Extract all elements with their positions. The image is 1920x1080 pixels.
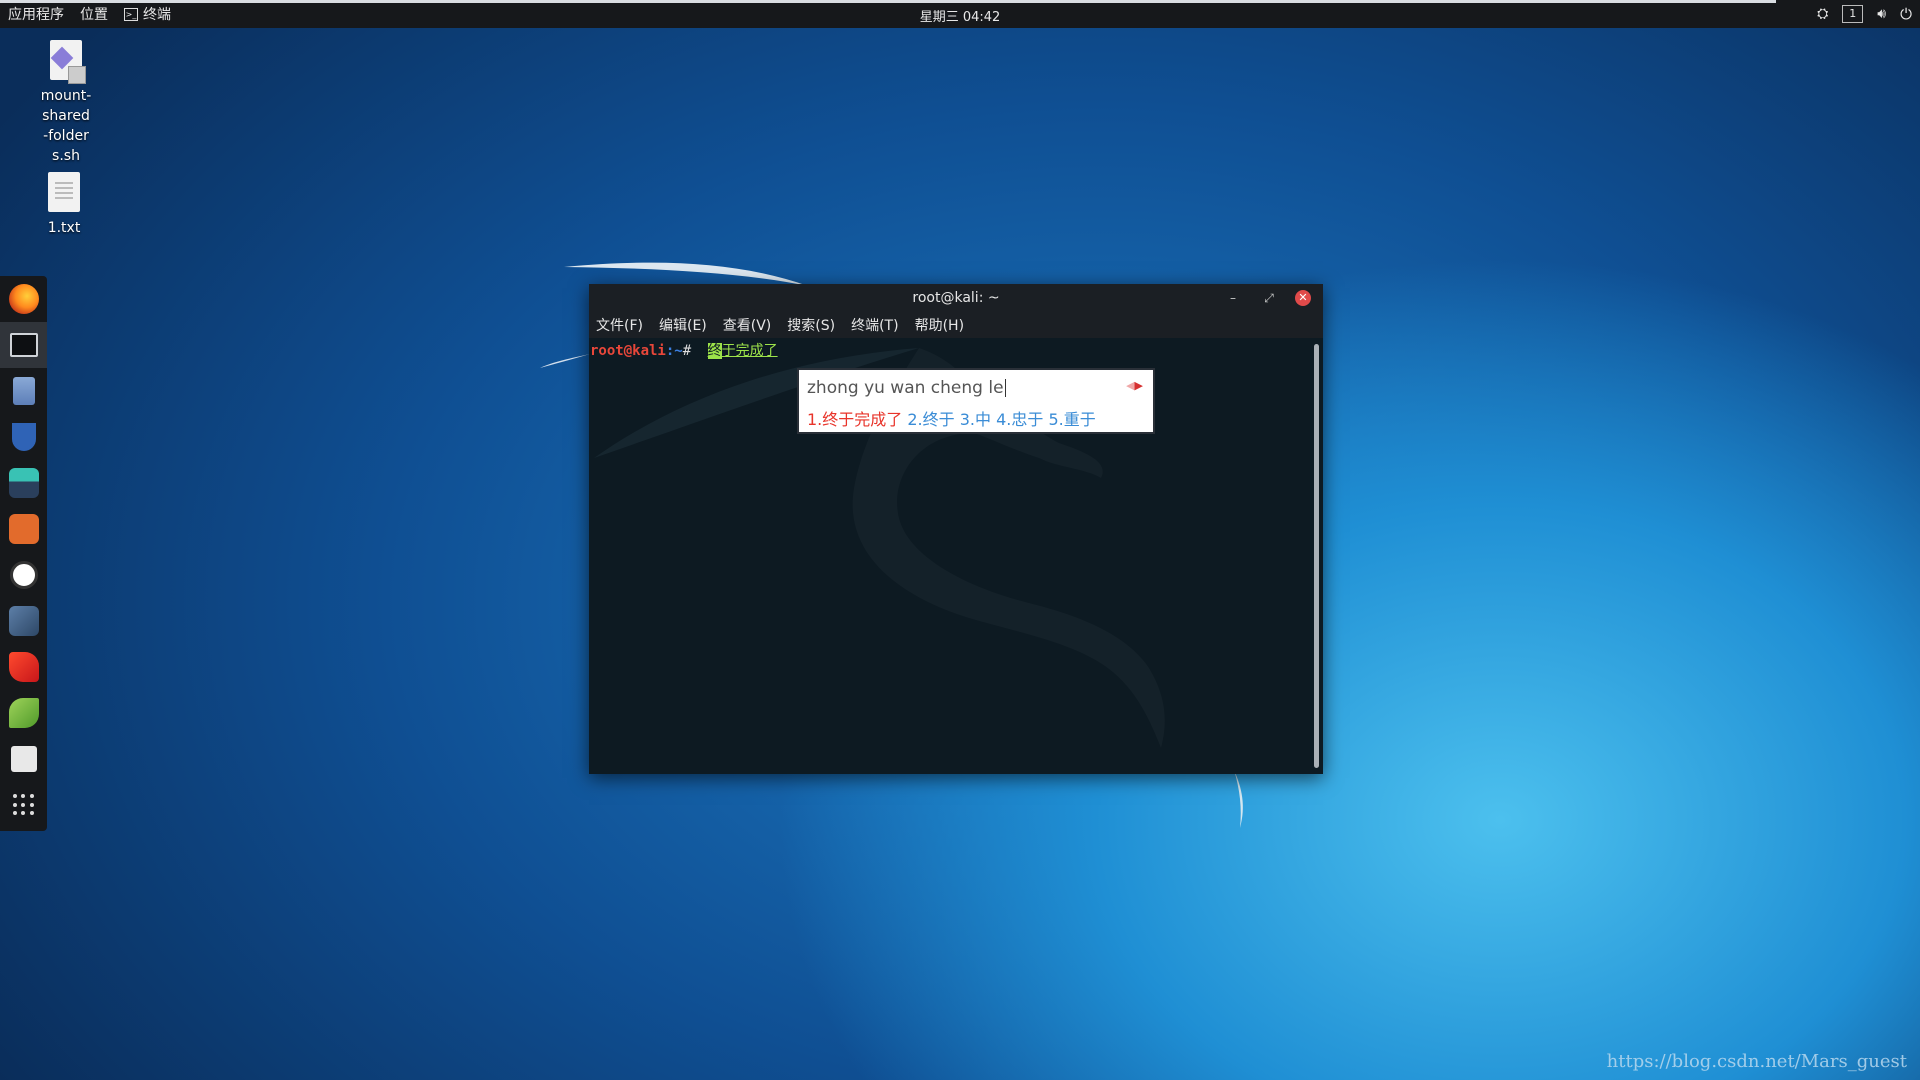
metasploit-icon bbox=[11, 423, 36, 451]
show-applications-icon bbox=[12, 794, 35, 816]
menu-help[interactable]: 帮助(H) bbox=[915, 315, 964, 335]
accessibility-icon[interactable]: ⛭ bbox=[1817, 6, 1828, 22]
dock-armitage[interactable] bbox=[0, 460, 47, 506]
text-cursor: 终 bbox=[707, 343, 722, 359]
menu-view[interactable]: 查看(V) bbox=[723, 315, 772, 335]
places-menu[interactable]: 位置 bbox=[72, 4, 116, 24]
dock-firefox[interactable] bbox=[0, 276, 47, 322]
ime-candidate[interactable]: 3.中 bbox=[960, 410, 991, 429]
top-bar: 应用程序 位置 >_ 终端 星期三 04:42 ⛭ 1 🔊︎ ⏻ bbox=[0, 0, 1920, 28]
dragon-tail-decoration bbox=[1234, 770, 1243, 828]
preedit-text: 于完成了 bbox=[721, 343, 778, 359]
ime-candidate[interactable]: 2.终于 bbox=[907, 410, 954, 429]
ime-candidate[interactable]: 1.终于完成了 bbox=[807, 410, 902, 429]
dock-show-applications[interactable] bbox=[0, 782, 47, 828]
dock-recordmydesktop[interactable] bbox=[0, 736, 47, 782]
prev-page-icon[interactable]: ◀ bbox=[1126, 379, 1134, 392]
menu-edit[interactable]: 编辑(E) bbox=[659, 315, 707, 335]
desktop-icon-label: mount-shared-folders.sh bbox=[40, 88, 92, 164]
terminal-window[interactable]: root@kali: ~ – ⤢ ✕ 文件(F) 编辑(E) 查看(V) 搜索(… bbox=[589, 284, 1323, 774]
prompt-hash: # bbox=[682, 343, 692, 359]
next-page-icon[interactable]: ▶ bbox=[1135, 379, 1143, 392]
desktop-icon-mount-shared-folders[interactable]: mount-shared-folders.sh bbox=[16, 40, 116, 166]
ime-popup: zhong yu wan cheng le ◀▶ 1.终于完成了 2.终于 3.… bbox=[797, 368, 1155, 434]
dock-maltego[interactable] bbox=[0, 598, 47, 644]
system-tray: ⛭ 1 🔊︎ ⏻ bbox=[1817, 0, 1912, 28]
terminal-titlebar[interactable]: root@kali: ~ – ⤢ ✕ bbox=[589, 284, 1323, 312]
terminal-app-menu[interactable]: >_ 终端 bbox=[116, 4, 179, 24]
desktop-icon-label: 1.txt bbox=[47, 220, 81, 236]
dock-faraday[interactable] bbox=[0, 552, 47, 598]
menu-terminal[interactable]: 终端(T) bbox=[851, 315, 898, 335]
ime-candidate-list: 1.终于完成了 2.终于 3.中 4.忠于 5.重于 bbox=[807, 406, 1096, 430]
ime-candidate[interactable]: 4.忠于 bbox=[996, 410, 1043, 429]
window-title: root@kali: ~ bbox=[912, 290, 1000, 306]
leafpad-icon bbox=[8, 698, 39, 728]
blog-watermark: https://blog.csdn.net/Mars_guest bbox=[1606, 1051, 1907, 1072]
terminal-icon bbox=[9, 333, 38, 357]
terminal-scrollbar[interactable] bbox=[1314, 344, 1319, 768]
firefox-icon bbox=[8, 284, 39, 314]
prompt-user: root@kali bbox=[590, 343, 666, 359]
workspace-indicator[interactable]: 1 bbox=[1842, 5, 1864, 23]
dock-files[interactable] bbox=[0, 368, 47, 414]
power-icon[interactable]: ⏻ bbox=[1900, 5, 1912, 23]
dock bbox=[0, 276, 47, 831]
terminal-small-icon: >_ bbox=[124, 7, 138, 21]
menu-file[interactable]: 文件(F) bbox=[596, 315, 643, 335]
desktop-icon-1-txt[interactable]: 1.txt bbox=[14, 172, 114, 238]
text-file-icon bbox=[48, 172, 80, 212]
ime-pinyin-input: zhong yu wan cheng le bbox=[807, 378, 1004, 398]
files-icon bbox=[12, 377, 35, 405]
command-input[interactable]: 终于完成了 bbox=[707, 343, 778, 359]
dock-cherrytree[interactable] bbox=[0, 644, 47, 690]
volume-icon[interactable]: 🔊︎ bbox=[1877, 6, 1886, 22]
minimize-button[interactable]: – bbox=[1225, 290, 1241, 306]
applications-menu[interactable]: 应用程序 bbox=[0, 4, 72, 24]
burpsuite-icon bbox=[8, 514, 39, 544]
dock-burpsuite[interactable] bbox=[0, 506, 47, 552]
recordmydesktop-icon bbox=[10, 746, 37, 772]
dock-terminal[interactable] bbox=[0, 322, 47, 368]
maltego-icon bbox=[8, 606, 39, 636]
clock[interactable]: 星期三 04:42 bbox=[920, 6, 1001, 25]
faraday-icon bbox=[9, 561, 38, 589]
menu-search[interactable]: 搜索(S) bbox=[787, 315, 835, 335]
ime-candidate[interactable]: 5.重于 bbox=[1049, 410, 1096, 429]
cherrytree-icon bbox=[8, 652, 39, 682]
top-progress-line bbox=[0, 0, 1776, 3]
dock-leafpad[interactable] bbox=[0, 690, 47, 736]
dock-metasploit[interactable] bbox=[0, 414, 47, 460]
armitage-icon bbox=[8, 468, 39, 498]
prompt-line: root@kali:~# 终于完成了 bbox=[590, 340, 778, 360]
ime-page-arrows[interactable]: ◀▶ bbox=[1126, 379, 1143, 392]
terminal-menubar: 文件(F) 编辑(E) 查看(V) 搜索(S) 终端(T) 帮助(H) bbox=[589, 312, 1323, 338]
shell-script-icon bbox=[50, 40, 86, 84]
maximize-button[interactable]: ⤢ bbox=[1261, 290, 1277, 306]
terminal-app-label: 终端 bbox=[143, 7, 171, 23]
prompt-path: :~ bbox=[665, 343, 683, 359]
close-button[interactable]: ✕ bbox=[1295, 290, 1311, 306]
